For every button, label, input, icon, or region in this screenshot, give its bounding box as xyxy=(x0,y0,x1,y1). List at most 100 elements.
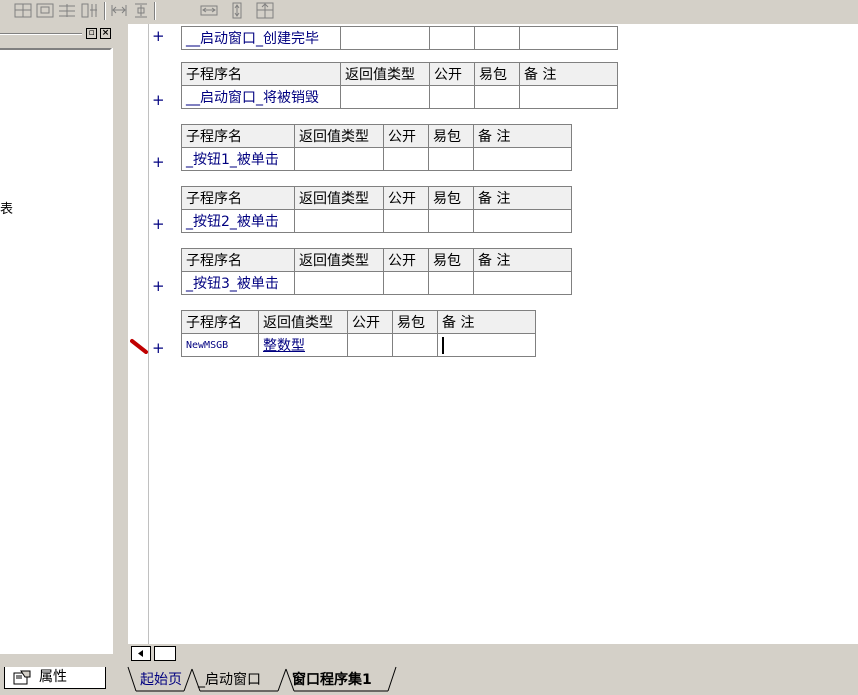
merge-columns-icon[interactable] xyxy=(58,2,76,19)
public-cell[interactable] xyxy=(383,147,429,171)
expand-button[interactable]: + xyxy=(152,339,165,357)
easy-package-cell[interactable] xyxy=(392,333,438,357)
properties-tab[interactable]: 属性 xyxy=(4,667,106,689)
subroutine-table: 子程序名 返回值类型 公开 易包 备 注 __启动窗口_将被销毁 xyxy=(181,62,618,109)
return-type-cell[interactable] xyxy=(294,209,384,233)
scroll-left-button[interactable] xyxy=(131,646,151,661)
properties-icon xyxy=(13,670,31,685)
subroutine-table: 子程序名 返回值类型 公开 易包 备 注 _按钮1_被单击 xyxy=(181,124,572,171)
remark-cell[interactable] xyxy=(473,209,572,233)
table-toolbar xyxy=(0,0,858,22)
remark-cell[interactable] xyxy=(519,85,618,109)
subroutine-name[interactable]: NewMSGB xyxy=(181,333,259,357)
subroutine-table: __启动窗口_创建完毕 xyxy=(181,26,618,50)
expand-button[interactable]: + xyxy=(152,91,165,109)
table-row: __启动窗口_创建完毕 xyxy=(181,26,618,50)
header-return-type: 返回值类型 xyxy=(294,124,384,148)
table-row: NewMSGB 整数型 xyxy=(181,333,536,357)
subroutine-name[interactable]: __启动窗口_创建完毕 xyxy=(181,26,341,50)
header-remark: 备 注 xyxy=(473,248,572,272)
merge-rows-icon[interactable] xyxy=(36,2,54,19)
header-name: 子程序名 xyxy=(181,186,295,210)
subroutine-name[interactable]: _按钮2_被单击 xyxy=(181,209,295,233)
scroll-track[interactable] xyxy=(154,646,176,661)
insert-column-icon[interactable] xyxy=(80,2,98,19)
header-name: 子程序名 xyxy=(181,62,341,86)
panel-splitter[interactable] xyxy=(112,48,120,654)
remark-cell[interactable] xyxy=(473,147,572,171)
header-public: 公开 xyxy=(347,310,393,334)
easy-package-cell[interactable] xyxy=(428,147,474,171)
public-cell[interactable] xyxy=(383,209,429,233)
header-public: 公开 xyxy=(383,186,429,210)
table-header: 子程序名 返回值类型 公开 易包 备 注 xyxy=(181,62,618,86)
easy-package-cell[interactable] xyxy=(428,209,474,233)
table-row: _按钮3_被单击 xyxy=(181,271,572,295)
horizontal-scrollbar[interactable] xyxy=(128,644,858,662)
header-remark: 备 注 xyxy=(519,62,618,86)
subroutine-table: 子程序名 返回值类型 公开 易包 备 注 NewMSGB 整数型 xyxy=(181,310,536,357)
tab-window-assembly[interactable]: 窗口程序集1 xyxy=(292,669,372,691)
left-panel: ▫ × 表 xyxy=(0,24,120,662)
subroutine-name[interactable]: _按钮1_被单击 xyxy=(181,147,295,171)
table-header: 子程序名 返回值类型 公开 易包 备 注 xyxy=(181,124,572,148)
expand-height-icon[interactable] xyxy=(228,2,246,19)
expand-width-icon[interactable] xyxy=(200,2,218,19)
easy-package-cell[interactable] xyxy=(428,271,474,295)
expand-button[interactable]: + xyxy=(152,215,165,233)
header-easy-package: 易包 xyxy=(428,124,474,148)
header-easy-package: 易包 xyxy=(428,186,474,210)
easy-package-cell[interactable] xyxy=(474,85,520,109)
tab-start-page[interactable]: 起始页 xyxy=(140,669,182,691)
return-type-cell[interactable] xyxy=(340,85,430,109)
header-return-type: 返回值类型 xyxy=(294,186,384,210)
public-cell[interactable] xyxy=(347,333,393,357)
table-header: 子程序名 返回值类型 公开 易包 备 注 xyxy=(181,310,536,334)
grid-icon[interactable] xyxy=(256,2,274,19)
fit-width-icon[interactable] xyxy=(110,2,128,19)
maximize-panel-icon[interactable]: ▫ xyxy=(86,28,97,39)
panel-content: 表 xyxy=(0,48,112,654)
return-type-cell[interactable] xyxy=(294,147,384,171)
close-panel-icon[interactable]: × xyxy=(100,28,111,39)
header-easy-package: 易包 xyxy=(392,310,438,334)
header-easy-package: 易包 xyxy=(428,248,474,272)
fit-height-icon[interactable] xyxy=(132,2,150,19)
remark-cell[interactable] xyxy=(473,271,572,295)
public-cell[interactable] xyxy=(429,26,475,50)
expand-button[interactable]: + xyxy=(152,27,165,45)
header-remark: 备 注 xyxy=(437,310,536,334)
table-row: _按钮1_被单击 xyxy=(181,147,572,171)
public-cell[interactable] xyxy=(383,271,429,295)
header-return-type: 返回值类型 xyxy=(258,310,348,334)
remark-cell[interactable] xyxy=(437,333,536,357)
gutter-divider xyxy=(148,24,149,644)
header-public: 公开 xyxy=(429,62,475,86)
properties-tab-label: 属性 xyxy=(39,669,67,685)
table-row: __启动窗口_将被销毁 xyxy=(181,85,618,109)
expand-button[interactable]: + xyxy=(152,153,165,171)
toolbar-separator xyxy=(154,2,156,20)
table-header: 子程序名 返回值类型 公开 易包 备 注 xyxy=(181,186,572,210)
panel-header: ▫ × xyxy=(0,26,120,42)
split-cells-icon[interactable] xyxy=(14,2,32,19)
header-easy-package: 易包 xyxy=(474,62,520,86)
return-type-cell[interactable] xyxy=(340,26,430,50)
header-public: 公开 xyxy=(383,248,429,272)
easy-package-cell[interactable] xyxy=(474,26,520,50)
subroutine-name[interactable]: _按钮3_被单击 xyxy=(181,271,295,295)
header-remark: 备 注 xyxy=(473,124,572,148)
return-type-cell[interactable] xyxy=(294,271,384,295)
subroutine-name[interactable]: __启动窗口_将被销毁 xyxy=(181,85,341,109)
header-name: 子程序名 xyxy=(181,248,295,272)
subroutine-table: 子程序名 返回值类型 公开 易包 备 注 _按钮2_被单击 xyxy=(181,186,572,233)
public-cell[interactable] xyxy=(429,85,475,109)
expand-button[interactable]: + xyxy=(152,277,165,295)
return-type-cell[interactable]: 整数型 xyxy=(258,333,348,357)
tab-startup-window[interactable]: _启动窗口 xyxy=(198,669,261,691)
toolbar-separator xyxy=(104,2,106,20)
remark-cell[interactable] xyxy=(519,26,618,50)
header-return-type: 返回值类型 xyxy=(340,62,430,86)
code-editor[interactable]: + __启动窗口_创建完毕 + 子程序名 返回值类型 公开 易包 备 注 __启… xyxy=(128,24,858,644)
table-header: 子程序名 返回值类型 公开 易包 备 注 xyxy=(181,248,572,272)
